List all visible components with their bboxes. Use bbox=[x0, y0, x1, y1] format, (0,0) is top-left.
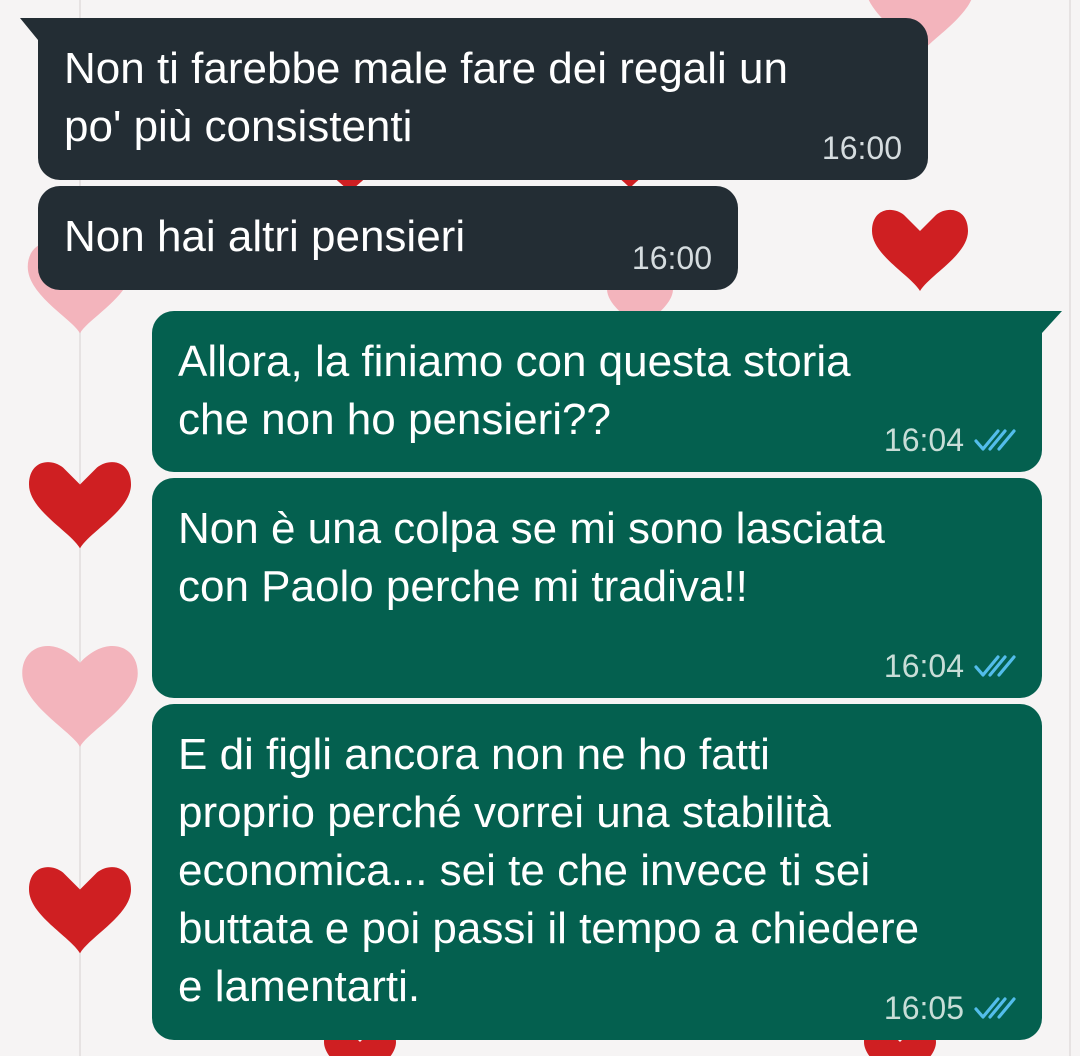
message-bubble-incoming[interactable]: Non hai altri pensieri 16:00 bbox=[38, 186, 738, 290]
message-meta: 16:05 bbox=[884, 990, 1016, 1026]
message-text: Non hai altri pensieri bbox=[64, 212, 466, 261]
message-bubble-outgoing[interactable]: Non è una colpa se mi sono lasciata con … bbox=[152, 478, 1042, 698]
message-bubble-incoming[interactable]: Non ti farebbe male fare dei regali un p… bbox=[20, 18, 928, 180]
message-bubble-outgoing[interactable]: E di figli ancora non ne ho fatti propri… bbox=[152, 704, 1042, 1040]
message-meta: 16:04 bbox=[884, 422, 1016, 458]
message-text: E di figli ancora non ne ho fatti propri… bbox=[178, 730, 920, 1011]
double-check-icon bbox=[974, 429, 1016, 451]
double-check-icon bbox=[974, 997, 1016, 1019]
bubble-tail bbox=[20, 18, 38, 40]
message-time: 16:04 bbox=[883, 648, 964, 684]
message-text: Non ti farebbe male fare dei regali un p… bbox=[64, 44, 788, 151]
double-check-icon bbox=[974, 655, 1016, 677]
message-meta: 16:00 bbox=[632, 240, 712, 276]
bubble-tail bbox=[1042, 311, 1062, 333]
message-time: 16:00 bbox=[821, 130, 902, 166]
message-time: 16:04 bbox=[883, 422, 964, 458]
message-text: Non è una colpa se mi sono lasciata con … bbox=[178, 504, 885, 611]
message-time: 16:05 bbox=[883, 990, 964, 1026]
message-time: 16:00 bbox=[631, 240, 712, 276]
message-meta: 16:04 bbox=[884, 648, 1016, 684]
message-bubble-outgoing[interactable]: Allora, la finiamo con questa storia che… bbox=[152, 311, 1062, 472]
message-meta: 16:00 bbox=[822, 130, 902, 166]
